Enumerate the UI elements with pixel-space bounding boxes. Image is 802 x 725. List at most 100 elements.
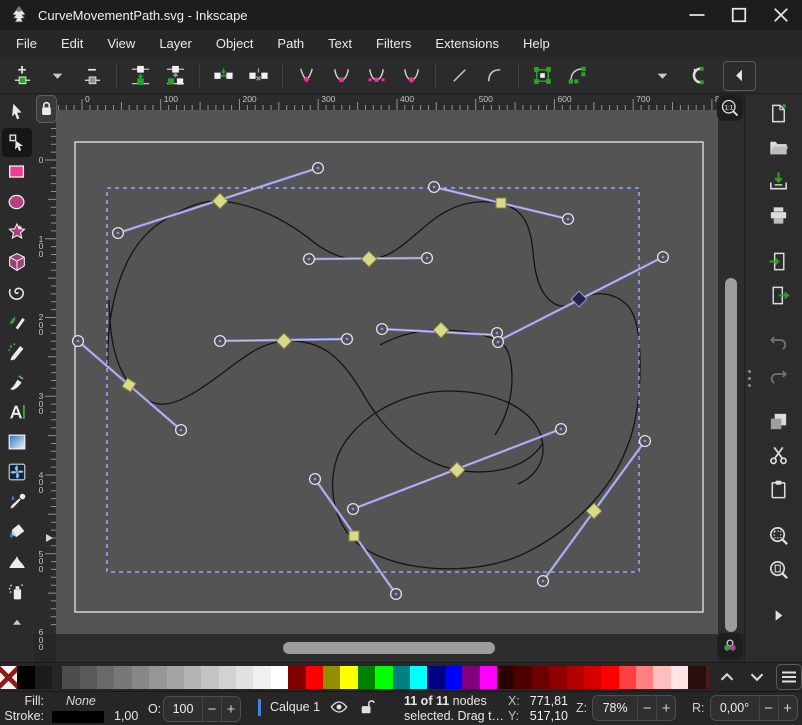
- palette-swatch[interactable]: [584, 666, 601, 689]
- zoom-drawing-button[interactable]: [763, 554, 793, 584]
- palette-swatch[interactable]: [619, 666, 636, 689]
- path-node[interactable]: [571, 291, 587, 307]
- palette-swatch[interactable]: [514, 666, 531, 689]
- color-managed-view-button[interactable]: [717, 633, 743, 659]
- palette-menu-button[interactable]: [776, 664, 802, 690]
- vertical-scrollbar[interactable]: [718, 110, 744, 634]
- node-join-button[interactable]: [123, 61, 158, 91]
- duplicate-button[interactable]: [763, 406, 793, 436]
- tool-paint-bucket[interactable]: [2, 518, 32, 547]
- tool-spray[interactable]: [2, 578, 32, 607]
- horizontal-ruler[interactable]: 0100200300400500600700800: [56, 94, 718, 110]
- menu-filters[interactable]: Filters: [364, 30, 423, 58]
- drawing-svg[interactable]: [56, 110, 718, 634]
- palette-swatch[interactable]: [35, 666, 52, 689]
- palette-swatch[interactable]: [271, 666, 288, 689]
- vertical-ruler[interactable]: 0100200300400500600: [34, 110, 56, 634]
- horizontal-scrollbar-thumb[interactable]: [283, 642, 495, 654]
- segment-line-button[interactable]: [442, 61, 477, 91]
- ruler-lock-button[interactable]: [36, 95, 57, 123]
- palette-swatch[interactable]: [149, 666, 166, 689]
- segment-curve-button[interactable]: [477, 61, 512, 91]
- panel-drag-handle[interactable]: [746, 370, 752, 387]
- palette-swatch[interactable]: [532, 666, 549, 689]
- palette-swatch[interactable]: [427, 666, 444, 689]
- path-node[interactable]: [361, 251, 377, 267]
- tool-spiral[interactable]: [2, 278, 32, 307]
- node-delete-button[interactable]: [75, 61, 110, 91]
- opacity-decrease-button[interactable]: −: [202, 698, 221, 721]
- x-dropdown-button[interactable]: [645, 61, 680, 91]
- tool-box-3d[interactable]: [2, 248, 32, 277]
- palette-swatch[interactable]: [410, 666, 427, 689]
- palette-swatch[interactable]: [601, 666, 618, 689]
- zoom-selection-button[interactable]: [763, 520, 793, 550]
- segment-join-button[interactable]: [206, 61, 241, 91]
- document-open-button[interactable]: [763, 132, 793, 162]
- stroke-color-swatch[interactable]: [52, 711, 104, 723]
- menu-edit[interactable]: Edit: [49, 30, 95, 58]
- palette-swatch[interactable]: [17, 666, 34, 689]
- document-save-button[interactable]: [763, 166, 793, 196]
- palette-swatch[interactable]: [323, 666, 340, 689]
- palette-swatch[interactable]: [445, 666, 462, 689]
- tool-tweak[interactable]: [2, 548, 32, 577]
- menu-text[interactable]: Text: [316, 30, 364, 58]
- segment-delete-button[interactable]: [241, 61, 276, 91]
- paste-button[interactable]: [763, 474, 793, 504]
- palette-swatch[interactable]: [480, 666, 497, 689]
- rotation-increase-button[interactable]: +: [778, 697, 797, 720]
- node-auto-button[interactable]: [394, 61, 429, 91]
- layer-name[interactable]: Calque 1: [270, 700, 320, 714]
- palette-swatch[interactable]: [253, 666, 270, 689]
- path-node[interactable]: [496, 198, 506, 208]
- path-node[interactable]: [349, 531, 359, 541]
- palette-swatch[interactable]: [201, 666, 218, 689]
- opacity-value[interactable]: 100: [164, 702, 202, 716]
- tool-text[interactable]: [2, 398, 32, 427]
- palette-swatch[interactable]: [706, 666, 710, 689]
- object-to-path-button[interactable]: [525, 61, 560, 91]
- palette-swatch[interactable]: [62, 666, 79, 689]
- layer-visibility-button[interactable]: [329, 697, 349, 717]
- bezier-path[interactable]: [109, 300, 543, 472]
- palette-swatch[interactable]: [288, 666, 305, 689]
- layer-lock-button[interactable]: [358, 697, 378, 717]
- rotation-value[interactable]: 0,00°: [711, 701, 759, 715]
- path-node[interactable]: [449, 462, 465, 478]
- palette-swatch[interactable]: [236, 666, 253, 689]
- palette-swatch[interactable]: [549, 666, 566, 689]
- palette-swatch[interactable]: [97, 666, 114, 689]
- quick-zoom-button[interactable]: 1:1: [717, 95, 743, 121]
- palette-swatch[interactable]: [636, 666, 653, 689]
- node-symmetric-button[interactable]: [359, 61, 394, 91]
- zoom-increase-button[interactable]: +: [656, 697, 675, 720]
- palette-swatch[interactable]: [114, 666, 131, 689]
- rotation-spinbox[interactable]: 0,00° − +: [710, 695, 798, 721]
- palette-swatch[interactable]: [340, 666, 357, 689]
- palette-scroll-down-button[interactable]: [746, 666, 768, 688]
- palette-swatch[interactable]: [393, 666, 410, 689]
- bezier-path[interactable]: [380, 330, 512, 435]
- path-node[interactable]: [212, 193, 228, 209]
- collapse-panel-button[interactable]: [723, 61, 756, 91]
- tool-rectangle[interactable]: [2, 158, 32, 187]
- tool-star[interactable]: [2, 218, 32, 247]
- palette-swatch[interactable]: [462, 666, 479, 689]
- zoom-value[interactable]: 78%: [593, 701, 637, 715]
- tool-ellipse[interactable]: [2, 188, 32, 217]
- fill-value[interactable]: None: [52, 694, 138, 709]
- vertical-scrollbar-thumb[interactable]: [725, 278, 737, 632]
- menu-help[interactable]: Help: [511, 30, 562, 58]
- path-node[interactable]: [433, 322, 449, 338]
- path-node[interactable]: [276, 333, 292, 349]
- snap-toggle-button[interactable]: [680, 61, 715, 91]
- document-import-button[interactable]: [763, 246, 793, 276]
- palette-swatch[interactable]: [688, 666, 705, 689]
- minimize-button[interactable]: [676, 0, 718, 30]
- menu-extensions[interactable]: Extensions: [423, 30, 511, 58]
- tool-mesh[interactable]: [2, 458, 32, 487]
- menu-layer[interactable]: Layer: [147, 30, 204, 58]
- tool-node-editor[interactable]: [2, 128, 32, 157]
- node-insert-button[interactable]: [5, 61, 40, 91]
